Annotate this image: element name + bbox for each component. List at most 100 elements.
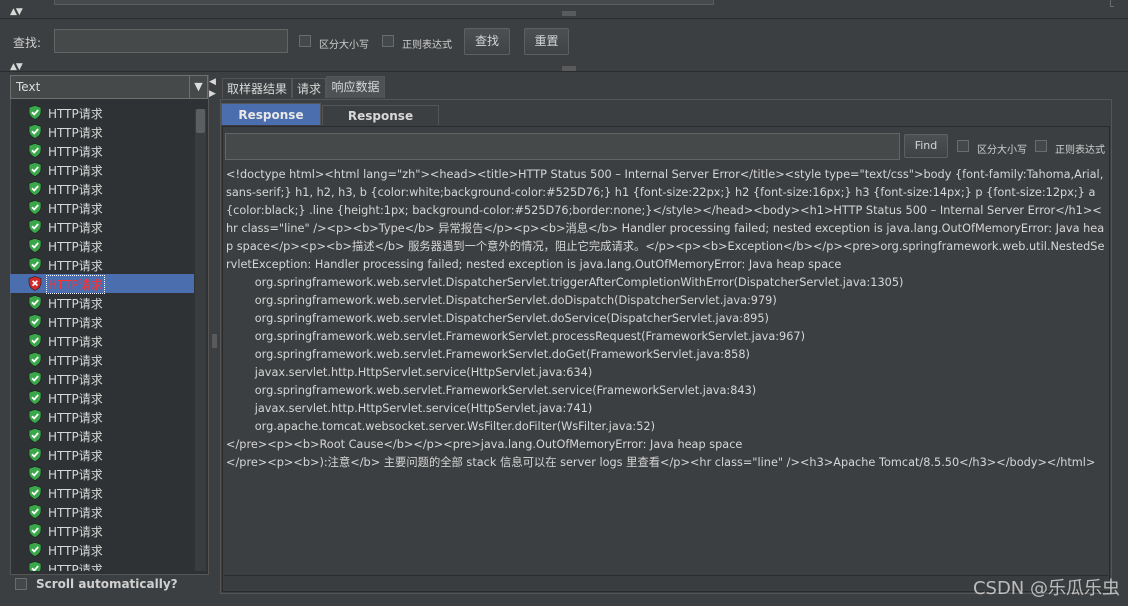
tree-item-label: HTTP请求 (48, 335, 103, 349)
tree-item[interactable]: HTTP请求 (10, 141, 194, 160)
response-search-input[interactable] (225, 133, 900, 160)
tree-item-label: HTTP请求 (48, 449, 103, 463)
regex-checkbox[interactable] (382, 35, 394, 47)
shield-check-icon (28, 561, 42, 571)
tab-request[interactable]: 请求 (292, 78, 326, 98)
shield-error-icon (28, 276, 42, 291)
tree-item[interactable]: HTTP请求 (10, 559, 194, 571)
results-tree: HTTP请求 HTTP请求 HTTP请求 HTTP请求 HTTP请求 HTTP请求 HTTP… (10, 103, 196, 571)
watermark: CSDN @乐瓜乐虫 (972, 578, 1120, 599)
scroll-auto-label: Scroll automatically? (36, 577, 178, 591)
shield-check-icon (28, 181, 42, 196)
tree-item[interactable]: HTTP请求 (10, 464, 194, 483)
tree-item[interactable]: HTTP请求 (10, 445, 194, 464)
renderer-select-value: Text (16, 80, 41, 94)
reset-button[interactable]: 重置 (524, 28, 569, 55)
shield-check-icon (28, 352, 42, 367)
vertical-splitter-grip-icon[interactable] (212, 334, 217, 348)
tree-scrollbar-thumb[interactable] (196, 109, 205, 133)
tree-item[interactable]: HTTP请求 (10, 369, 194, 388)
tree-item[interactable]: HTTP请求 (10, 312, 194, 331)
tree-item-label: HTTP请求 (48, 164, 103, 178)
response-case-label: 区分大小写 (977, 145, 1027, 156)
tree-item-label: HTTP请求 (48, 468, 103, 482)
tree-item-label: HTTP请求 (48, 316, 103, 330)
shield-check-icon (28, 466, 42, 481)
shield-check-icon (28, 428, 42, 443)
response-case-checkbox[interactable] (957, 140, 969, 152)
tree-item[interactable]: HTTP请求 (10, 407, 194, 426)
tree-item[interactable]: HTTP请求 (10, 426, 194, 445)
tree-item[interactable]: HTTP请求 (10, 103, 194, 122)
tree-item-label: HTTP请求 (48, 259, 103, 273)
tree-item[interactable]: HTTP请求 (10, 198, 194, 217)
tab-sampler-result[interactable]: 取样器结果 (222, 78, 292, 98)
tab-response-headers[interactable]: Response headers (322, 105, 439, 143)
tree-item[interactable]: HTTP请求 (10, 217, 194, 236)
shield-check-icon (28, 409, 42, 424)
tree-item-label: HTTP请求 (48, 525, 103, 539)
shield-check-icon (28, 200, 42, 215)
splitter-grip-icon[interactable] (562, 11, 576, 16)
regex-label: 正则表达式 (402, 40, 452, 51)
tree-item-label: HTTP请求 (48, 487, 103, 501)
search-label: 查找: (13, 36, 42, 50)
tree-item[interactable]: HTTP请求 (10, 540, 194, 559)
tree-item[interactable]: HTTP请求 (10, 274, 194, 294)
shield-check-icon (28, 314, 42, 329)
shield-check-icon (28, 105, 42, 120)
top-frame-edge (1110, 0, 1114, 7)
shield-check-icon (28, 143, 42, 158)
tree-item[interactable]: HTTP请求 (10, 122, 194, 141)
shield-check-icon (28, 238, 42, 253)
tree-item-label: HTTP请求 (48, 373, 103, 387)
tree-item[interactable]: HTTP请求 (10, 483, 194, 502)
tree-item[interactable]: HTTP请求 (10, 255, 194, 274)
tree-item[interactable]: HTTP请求 (10, 502, 194, 521)
tree-item-label: HTTP请求 (48, 544, 103, 558)
tree-item-label: HTTP请求 (48, 411, 103, 425)
response-regex-checkbox[interactable] (1035, 140, 1047, 152)
tree-item[interactable]: HTTP请求 (10, 350, 194, 369)
tree-item-label: HTTP请求 (48, 183, 103, 197)
tree-item-label: HTTP请求 (48, 202, 103, 216)
case-sensitive-checkbox[interactable] (299, 35, 311, 47)
divider-2 (0, 71, 1128, 72)
tree-item-label: HTTP请求 (48, 107, 103, 121)
shield-check-icon (28, 219, 42, 234)
tree-item-label: HTTP请求 (48, 145, 103, 159)
tree-item-label: HTTP请求 (48, 126, 103, 140)
tab-response-body[interactable]: Response Body (221, 103, 321, 144)
tree-item[interactable]: HTTP请求 (10, 179, 194, 198)
find-button[interactable]: 查找 (464, 28, 510, 55)
tree-item[interactable]: HTTP请求 (10, 236, 194, 255)
tree-item-label: HTTP请求 (48, 221, 103, 235)
chevron-down-icon[interactable]: ▼ (189, 76, 207, 98)
shield-check-icon (28, 124, 42, 139)
tree-item[interactable]: HTTP请求 (10, 388, 194, 407)
shield-check-icon (28, 485, 42, 500)
tree-item[interactable]: HTTP请求 (10, 160, 194, 179)
shield-check-icon (28, 523, 42, 538)
search-input[interactable] (54, 29, 288, 53)
splitter-arrows-icon[interactable]: ◀ ▶ (209, 76, 216, 100)
response-find-button[interactable]: Find (904, 134, 948, 158)
tree-item[interactable]: HTTP请求 (10, 331, 194, 350)
tab-response-data[interactable]: 响应数据 (326, 76, 385, 98)
tree-item-label: HTTP请求 (48, 392, 103, 406)
tree-scrollbar[interactable] (195, 109, 206, 571)
scroll-auto-checkbox[interactable] (15, 578, 27, 590)
case-sensitive-label: 区分大小写 (319, 40, 369, 51)
shield-check-icon (28, 390, 42, 405)
tree-item[interactable]: HTTP请求 (10, 293, 194, 312)
collapse-arrows-icon[interactable]: ▲▼ (10, 7, 23, 17)
shield-check-icon (28, 371, 42, 386)
response-body-text[interactable]: <!doctype html><html lang="zh"><head><ti… (226, 166, 1106, 566)
tree-item-label: HTTP请求 (46, 275, 105, 294)
shield-check-icon (28, 447, 42, 462)
renderer-select[interactable]: Text ▼ (10, 75, 208, 99)
tree-item[interactable]: HTTP请求 (10, 521, 194, 540)
tree-item-label: HTTP请求 (48, 506, 103, 520)
shield-check-icon (28, 542, 42, 557)
shield-check-icon (28, 257, 42, 272)
